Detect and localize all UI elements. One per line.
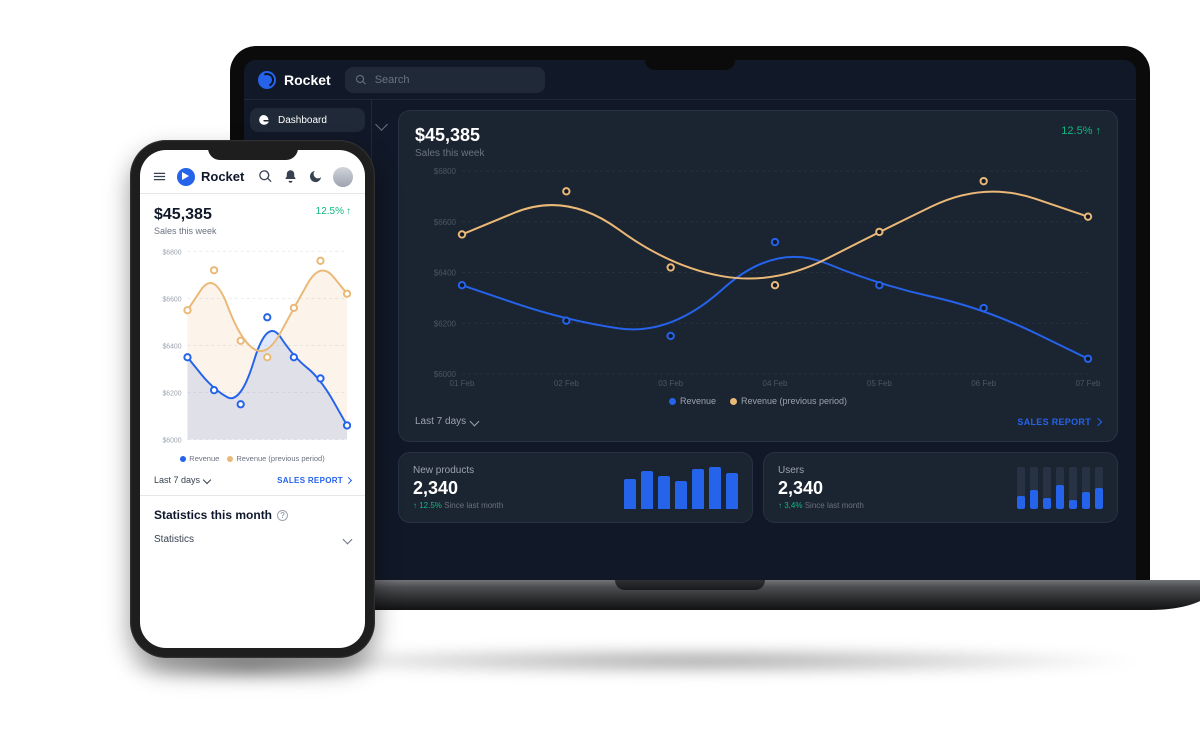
chevron-down-icon [375, 118, 388, 131]
svg-text:04 Feb: 04 Feb [763, 379, 788, 388]
range-dropdown-mobile[interactable]: Last 7 days [154, 475, 210, 485]
sidebar-item-label: Dashboard [278, 115, 327, 126]
pie-chart-icon [258, 114, 270, 126]
sales-report-link[interactable]: SALES REPORT [1017, 417, 1101, 427]
chevron-down-icon [343, 535, 353, 545]
svg-text:06 Feb: 06 Feb [971, 379, 996, 388]
stats-row: New products 2,340 ↑ 12.5% Since last mo… [398, 452, 1118, 523]
statistics-dropdown[interactable]: Statistics [154, 530, 351, 549]
chevron-down-icon [470, 417, 480, 427]
sales-line-chart: $6000 $6200 $6400 $6600 $6800 01 Feb 02 Feb 03… [415, 159, 1101, 394]
stat-value: 2,340 [413, 478, 503, 499]
search-input[interactable]: Search [345, 67, 545, 93]
arrow-up-icon: ↑ [346, 206, 351, 217]
light-dashboard-app: Rocket $45,385 Sales this week [140, 150, 365, 648]
svg-text:$6600: $6600 [434, 218, 457, 227]
app-name: Rocket [201, 169, 244, 184]
chevron-right-icon [345, 476, 352, 483]
svg-text:03 Feb: 03 Feb [658, 379, 683, 388]
laptop-shadow [250, 646, 1150, 676]
svg-text:02 Feb: 02 Feb [554, 379, 579, 388]
sales-chart-card: $45,385 Sales this week 12.5% ↑ $6000 $62… [398, 110, 1118, 442]
svg-text:$6400: $6400 [434, 269, 457, 278]
svg-text:$6800: $6800 [162, 249, 181, 256]
search-placeholder: Search [375, 74, 410, 86]
moon-icon[interactable] [308, 169, 323, 184]
mobile-header: Rocket [140, 160, 365, 194]
svg-text:$6800: $6800 [434, 167, 457, 176]
info-icon[interactable]: ? [277, 510, 288, 521]
statistics-section-title: Statistics this month ? [154, 508, 351, 522]
phone-notch [208, 146, 298, 160]
sales-subtitle-mobile: Sales this week [154, 226, 217, 236]
svg-text:07 Feb: 07 Feb [1076, 379, 1101, 388]
arrow-up-icon: ↑ [1096, 125, 1102, 137]
sales-amount: $45,385 [415, 125, 484, 146]
svg-text:$6200: $6200 [162, 390, 181, 397]
sidebar-item-dashboard[interactable]: Dashboard [250, 108, 365, 132]
search-icon[interactable] [258, 169, 273, 184]
app-logo[interactable]: Rocket [258, 71, 331, 89]
phone-frame: Rocket $45,385 Sales this week [130, 140, 375, 658]
sales-report-link-mobile[interactable]: SALES REPORT [277, 476, 351, 485]
stat-title: Users [778, 465, 864, 476]
sales-line-chart-mobile: $6000 $6200 $6400 $6600 $6800 [154, 242, 351, 447]
legend-item-revenue-prev: Revenue (previous period) [730, 396, 847, 406]
users-bar-chart [1017, 467, 1103, 509]
chart-footer: Last 7 days SALES REPORT [415, 416, 1101, 427]
sales-delta-mobile: 12.5%↑ [316, 206, 351, 217]
divider [140, 495, 365, 496]
laptop-notch [645, 60, 735, 70]
stat-value: 2,340 [778, 478, 864, 499]
stat-delta: ↑ 12.5% Since last month [413, 501, 503, 510]
menu-icon[interactable] [152, 169, 167, 184]
sales-delta: 12.5% ↑ [1061, 125, 1101, 137]
logo-mark-icon [258, 71, 276, 89]
logo-mark-icon [177, 168, 195, 186]
bell-icon[interactable] [283, 169, 298, 184]
chart-legend: Revenue Revenue (previous period) [415, 396, 1101, 406]
legend-item-revenue: Revenue [180, 454, 219, 463]
stat-delta: ↑ 3,4% Since last month [778, 501, 864, 510]
svg-text:$6600: $6600 [162, 296, 181, 303]
stat-card-users: Users 2,340 ↑ 3,4% Since last month [763, 452, 1118, 523]
sales-amount-mobile: $45,385 [154, 206, 217, 224]
products-bar-chart [624, 467, 738, 509]
avatar[interactable] [333, 167, 353, 187]
stat-title: New products [413, 465, 503, 476]
search-icon [355, 74, 367, 86]
chevron-down-icon [203, 476, 211, 484]
legend-item-revenue-prev: Revenue (previous period) [227, 454, 324, 463]
legend-item-revenue: Revenue [669, 396, 716, 406]
sales-subtitle: Sales this week [415, 148, 484, 159]
chart-header: $45,385 Sales this week 12.5% ↑ [415, 125, 1101, 159]
svg-text:01 Feb: 01 Feb [450, 379, 475, 388]
mobile-body: $45,385 Sales this week 12.5%↑ $6000 $620… [140, 194, 365, 549]
stat-card-products: New products 2,340 ↑ 12.5% Since last mo… [398, 452, 753, 523]
app-name: Rocket [284, 72, 331, 88]
dark-dashboard-app: Rocket Search Dashboard Starter Page [244, 60, 1136, 582]
phone-mockup: Rocket $45,385 Sales this week [130, 140, 375, 658]
app-body: Dashboard Starter Page [244, 100, 1136, 582]
chart-legend-mobile: Revenue Revenue (previous period) [154, 454, 351, 463]
main-content: $45,385 Sales this week 12.5% ↑ $6000 $62… [390, 100, 1136, 582]
svg-text:$6400: $6400 [162, 343, 181, 350]
app-logo-mobile[interactable]: Rocket [177, 168, 244, 186]
range-dropdown[interactable]: Last 7 days [415, 416, 478, 427]
svg-text:05 Feb: 05 Feb [867, 379, 892, 388]
chevron-right-icon [1094, 417, 1102, 425]
svg-text:$6200: $6200 [434, 319, 457, 328]
svg-text:$6000: $6000 [434, 370, 457, 379]
svg-text:$6000: $6000 [162, 438, 181, 445]
